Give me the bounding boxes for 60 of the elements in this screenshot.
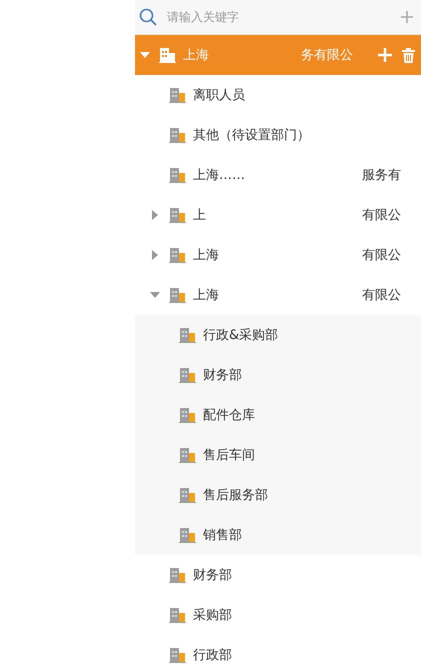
tree-row[interactable]: 离职人员 xyxy=(135,75,421,115)
caret-icon[interactable] xyxy=(140,50,150,60)
building-icon xyxy=(169,168,186,182)
tree-row[interactable]: 售后车间 xyxy=(135,435,421,475)
tree-row[interactable]: 销售部 xyxy=(135,515,421,555)
tree-row[interactable]: 财务部 xyxy=(135,555,421,595)
node-label: 财务部 xyxy=(193,567,232,584)
tree-row[interactable]: 上海…… 服务有 xyxy=(135,155,421,195)
node-label: 其他（待设置部门） xyxy=(193,127,310,144)
tree-row[interactable]: 采购部 xyxy=(135,595,421,635)
tree-row[interactable]: 售后服务部 xyxy=(135,475,421,515)
building-icon xyxy=(179,528,196,542)
building-icon xyxy=(179,368,196,382)
node-label: 务有限公 xyxy=(300,47,353,64)
building-icon xyxy=(179,328,196,342)
tree-row[interactable]: 行政&采购部 xyxy=(135,315,421,355)
node-label: 配件仓库 xyxy=(203,407,255,424)
building-icon xyxy=(159,48,176,62)
trash-icon[interactable] xyxy=(402,48,415,62)
search-field[interactable]: 请输入关键字 xyxy=(135,0,421,35)
tree-row[interactable]: 财务部 xyxy=(135,355,421,395)
node-label: 有限公 xyxy=(362,247,402,264)
node-label: 上 xyxy=(193,207,206,224)
building-icon xyxy=(169,208,186,222)
building-icon xyxy=(169,128,186,142)
node-label: 服务有 xyxy=(362,167,402,184)
node-label: 上海 xyxy=(183,47,209,64)
node-label: 采购部 xyxy=(193,607,232,624)
node-label: 售后车间 xyxy=(203,447,255,464)
caret-icon[interactable] xyxy=(150,210,160,220)
node-label: 财务部 xyxy=(203,367,242,384)
building-icon xyxy=(169,248,186,262)
building-icon xyxy=(169,608,186,622)
tree-row[interactable]: 上海 有限公 xyxy=(135,275,421,315)
caret-icon[interactable] xyxy=(150,290,160,300)
tree-row[interactable]: 配件仓库 xyxy=(135,395,421,435)
building-icon xyxy=(179,488,196,502)
node-label: 售后服务部 xyxy=(203,487,268,504)
building-icon xyxy=(169,648,186,662)
building-icon xyxy=(169,288,186,302)
caret-icon[interactable] xyxy=(150,250,160,260)
node-label: 上海 xyxy=(193,287,219,304)
node-label: 行政部 xyxy=(193,647,232,664)
tree-row[interactable]: 上海 有限公 xyxy=(135,235,421,275)
building-icon xyxy=(169,568,186,582)
building-icon xyxy=(179,448,196,462)
node-label: 有限公 xyxy=(362,207,402,224)
tree-row[interactable]: 行政部 xyxy=(135,635,421,671)
building-icon xyxy=(169,88,186,102)
add-icon[interactable] xyxy=(401,11,413,23)
search-icon[interactable] xyxy=(139,8,157,26)
node-label: 行政&采购部 xyxy=(203,327,278,344)
node-label: 销售部 xyxy=(203,527,242,544)
tree-row[interactable]: 上 有限公 xyxy=(135,195,421,235)
building-icon xyxy=(179,408,196,422)
node-label: 离职人员 xyxy=(193,87,245,104)
node-label: 有限公 xyxy=(362,287,402,304)
node-label: 上海…… xyxy=(193,167,245,184)
tree-row[interactable]: 其他（待设置部门） xyxy=(135,115,421,155)
node-label: 上海 xyxy=(193,247,219,264)
